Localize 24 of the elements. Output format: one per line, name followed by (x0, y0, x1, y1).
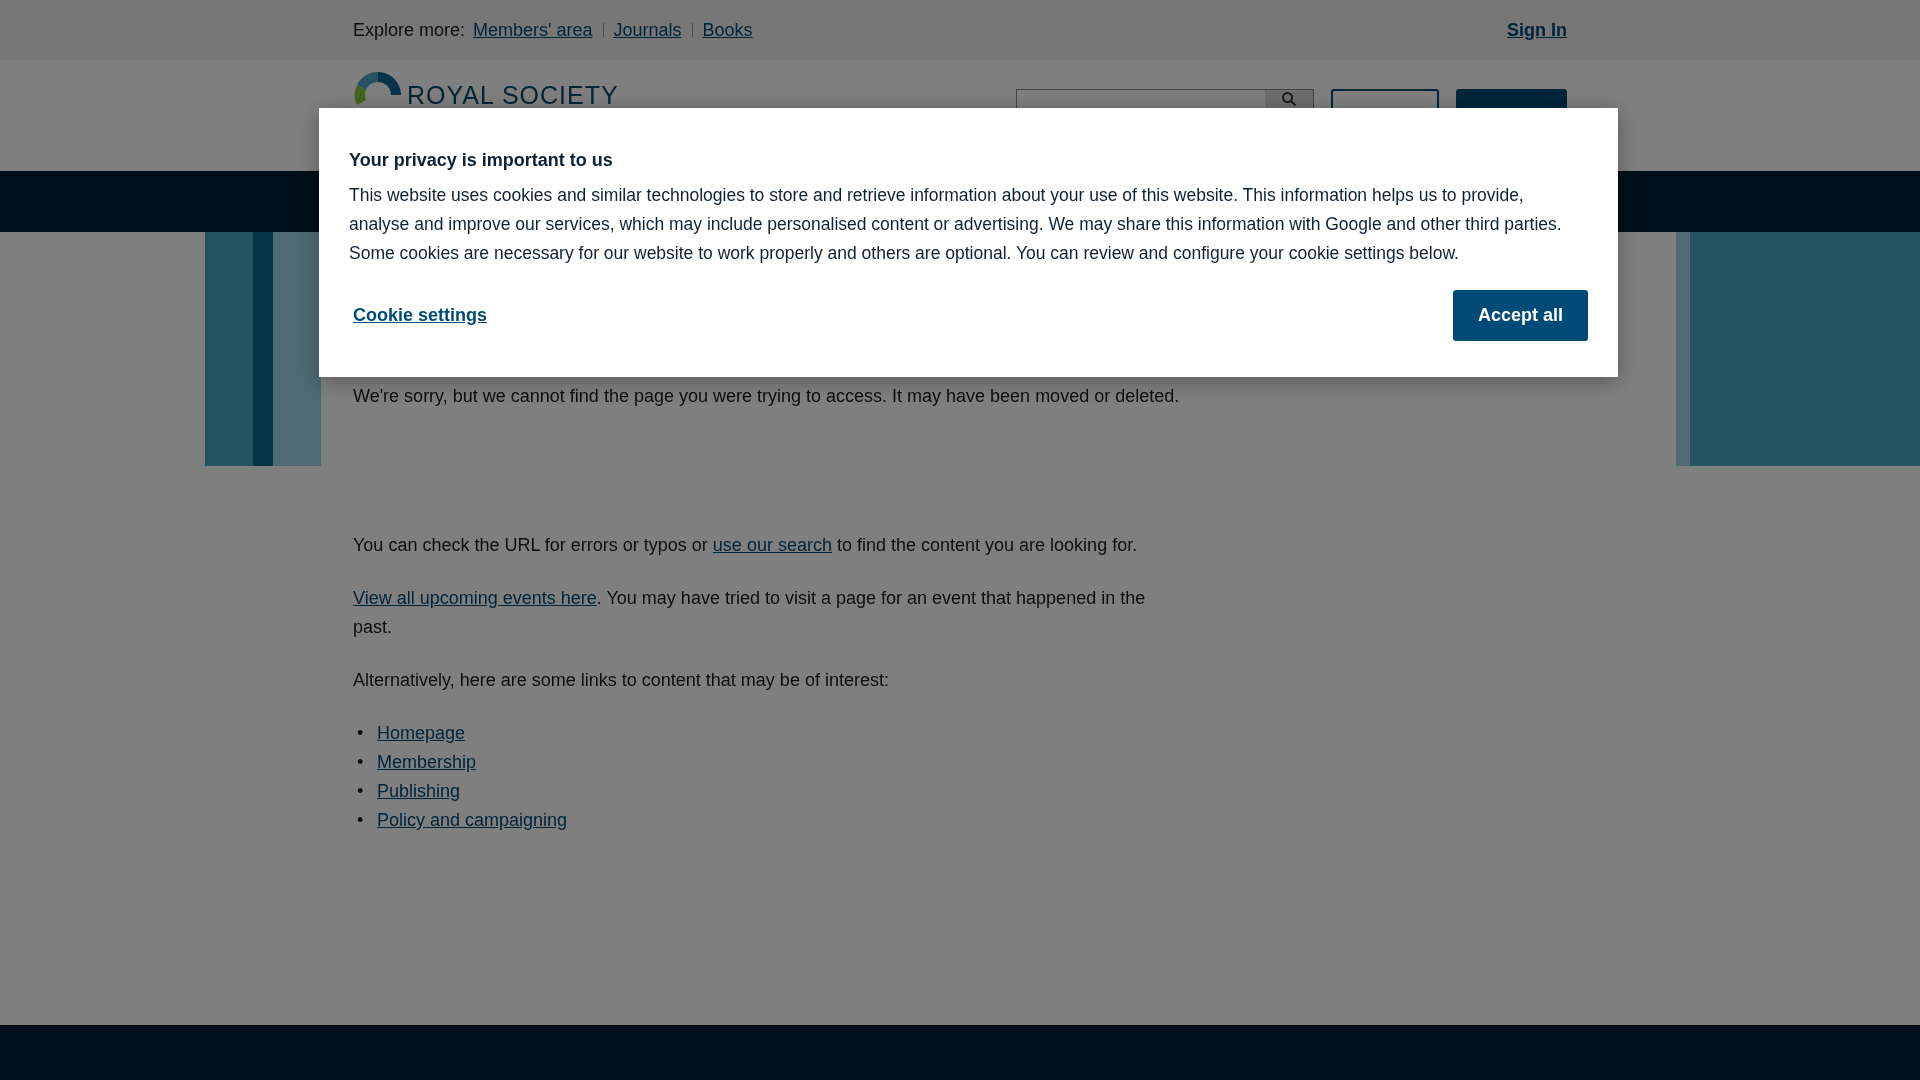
bullet: • (357, 780, 365, 803)
bullet: • (357, 722, 365, 745)
paragraph: View all upcoming events here. You may have tried to visit a page for an event that happened in the past. (353, 587, 1147, 639)
explore-label: Explore more: (353, 19, 466, 41)
bullet: • (357, 809, 365, 832)
accept-all-button[interactable]: Accept all (1453, 290, 1588, 341)
inline-link[interactable]: use our search (712, 535, 832, 555)
error-message: We're sorry, but we cannot find the page you were trying to access. It may have been moved or deleted. (353, 385, 1181, 408)
dialog-text: This website uses cookies and similar technologies to store and retrieve information about your use of this website. This information helps us to provide, analyse and improve our services, which may include personalised content or advertising. We may share this information with Google and other third parties. Some cookies are necessary for our website to work properly and others are optional. You can review and configure your cookie settings below. (349, 184, 1563, 265)
paragraph: Alternatively, here are some links to content that may be of interest: (353, 669, 890, 692)
top-link[interactable]: Journals (613, 19, 682, 41)
content-link[interactable]: Policy and campaigning (377, 806, 568, 835)
sign-in-link[interactable]: Sign In (1507, 19, 1567, 41)
bullet: • (357, 751, 365, 774)
logo-text[interactable]: ROYAL SOCIETY (407, 81, 619, 109)
content-link[interactable]: Membership (377, 748, 477, 777)
paragraph: You can check the URL for errors or typos or use our search to find the content you are looking for. (353, 534, 1139, 557)
top-link[interactable]: Books (702, 19, 753, 41)
top-link[interactable]: Members' area (473, 19, 593, 41)
cookie-settings-link[interactable]: Cookie settings (353, 305, 488, 326)
inline-link[interactable]: View all upcoming events here (353, 588, 597, 608)
dialog-title: Your privacy is important to us (349, 150, 614, 171)
content-link[interactable]: Homepage (377, 719, 466, 748)
content-link[interactable]: Publishing (377, 777, 461, 806)
